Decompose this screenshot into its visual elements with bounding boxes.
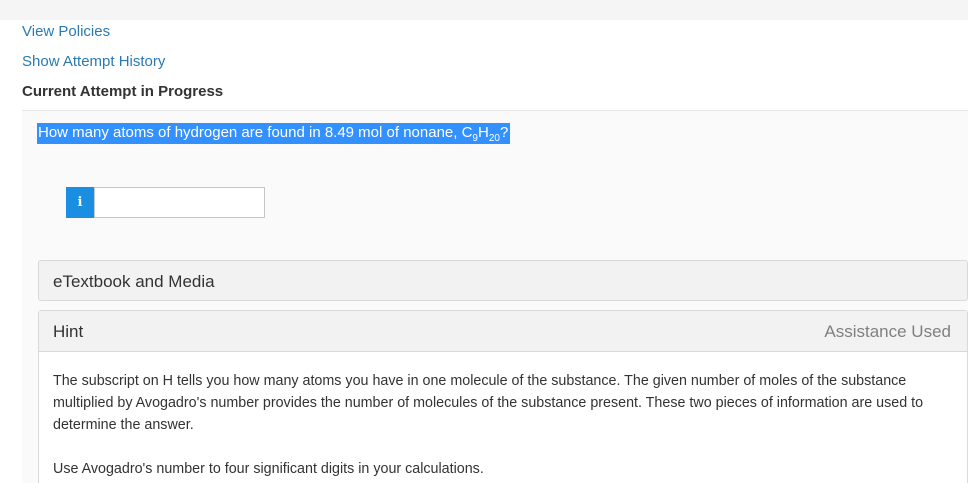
question-text: How many atoms of hydrogen are found in … [37, 123, 511, 144]
hint-paragraph: The subscript on H tells you how many at… [53, 373, 924, 433]
hint-body: The subscript on H tells you how many at… [53, 370, 933, 480]
etextbook-media-panel[interactable]: eTextbook and Media [38, 260, 968, 301]
hydrogen-letter: H [477, 124, 489, 141]
view-policies-link[interactable]: View Policies [22, 23, 110, 40]
hint-panel: Hint Assistance Used The subscript on H … [38, 310, 968, 483]
etextbook-media-label: eTextbook and Media [53, 272, 215, 291]
answer-input[interactable] [94, 187, 265, 218]
question-prefix: How many atoms of hydrogen are found in … [38, 124, 473, 141]
show-attempt-history-link[interactable]: Show Attempt History [22, 53, 165, 70]
info-icon[interactable]: i [66, 187, 94, 218]
current-attempt-heading: Current Attempt in Progress [22, 83, 224, 100]
question-suffix: ? [499, 124, 509, 141]
hint-title: Hint [53, 322, 84, 341]
hint-header[interactable]: Hint Assistance Used [39, 311, 967, 352]
hydrogen-subscript: 20 [488, 133, 500, 144]
hint-paragraph: Use Avogadro's number to four significan… [53, 461, 484, 477]
assistance-used-label: Assistance Used [824, 322, 951, 341]
